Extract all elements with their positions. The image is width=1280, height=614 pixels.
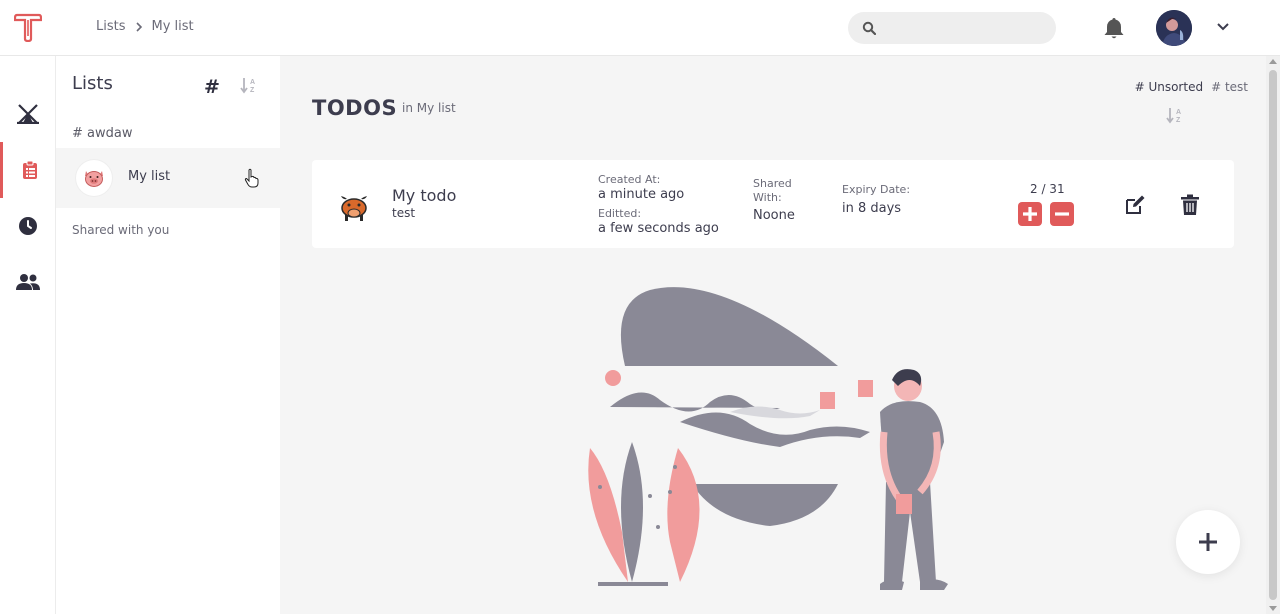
scrollbar[interactable] <box>1266 56 1280 614</box>
decrement-button[interactable] <box>1050 202 1074 226</box>
tags-button[interactable]: # <box>204 76 220 98</box>
breadcrumb-lists[interactable]: Lists <box>96 19 126 34</box>
tag-item[interactable]: # awdaw <box>72 126 132 141</box>
top-bar: Lists My list <box>0 0 1280 56</box>
empty-state-illustration <box>588 287 948 590</box>
created-label: Created At: <box>598 173 661 186</box>
breadcrumb: Lists My list <box>96 19 194 34</box>
progress-count: 2 / 31 <box>1030 182 1065 196</box>
pig-icon <box>76 160 112 196</box>
page-subtitle: in My list <box>402 101 456 115</box>
add-todo-button[interactable] <box>1176 510 1240 574</box>
clipboard-list-icon <box>22 160 37 179</box>
lists-title: Lists <box>72 73 113 94</box>
rail-item-history[interactable] <box>0 198 56 254</box>
plus-icon <box>1199 533 1217 551</box>
hand-cursor-icon <box>244 168 259 188</box>
todo-card[interactable]: My todo test Created At: a minute ago Ed… <box>312 160 1234 248</box>
minus-icon <box>1055 212 1069 216</box>
breadcrumb-current[interactable]: My list <box>152 19 194 34</box>
filter-test[interactable]: # test <box>1211 80 1248 94</box>
clock-icon <box>19 217 37 235</box>
bull-icon <box>341 196 367 221</box>
scrollbar-thumb[interactable] <box>1269 70 1277 600</box>
filter-unsorted[interactable]: # Unsorted <box>1135 80 1204 94</box>
edit-icon[interactable] <box>1124 194 1146 216</box>
rail-item-users[interactable] <box>0 254 56 310</box>
plus-icon <box>1023 207 1037 221</box>
svg-text:Z: Z <box>250 87 255 94</box>
expiry-label: Expiry Date: <box>842 183 911 196</box>
main-content: TODOS in My list # Unsorted # test A Z M… <box>280 56 1266 614</box>
tag-filters: # Unsorted # test <box>1135 80 1248 94</box>
increment-button[interactable] <box>1018 202 1042 226</box>
sort-az-icon[interactable]: A Z <box>1166 106 1184 124</box>
list-item-label: My list <box>128 169 171 184</box>
lists-panel: Lists # A Z # awdaw My list Shared with … <box>56 56 280 614</box>
nav-rail <box>0 56 56 614</box>
chevron-right-icon <box>135 21 142 32</box>
created-value: a minute ago <box>598 187 685 202</box>
sort-az-icon[interactable]: A Z <box>240 76 258 94</box>
search-icon <box>862 21 876 35</box>
scroll-down-arrow[interactable] <box>1269 606 1277 611</box>
users-icon <box>16 274 40 290</box>
shared-with-value: Noone <box>753 208 795 223</box>
avatar[interactable] <box>1156 10 1192 46</box>
shared-with-label: Shared With: <box>753 177 792 204</box>
list-item-my-list[interactable]: My list <box>56 148 280 208</box>
search-input[interactable] <box>848 12 1056 44</box>
trash-icon[interactable] <box>1180 194 1200 216</box>
expiry-value: in 8 days <box>842 201 902 216</box>
logo[interactable] <box>14 12 42 42</box>
rail-item-lists[interactable] <box>0 142 56 198</box>
svg-text:Z: Z <box>1176 117 1181 124</box>
edited-value: a few seconds ago <box>598 221 719 236</box>
svg-text:A: A <box>1176 109 1181 116</box>
page-title: TODOS <box>312 96 398 120</box>
shared-with-you-label: Shared with you <box>72 223 170 237</box>
edited-label: Editted: <box>598 207 642 220</box>
bell-icon[interactable] <box>1103 16 1125 40</box>
svg-text:A: A <box>250 79 255 86</box>
tent-icon <box>17 104 39 124</box>
todo-title: My todo <box>392 186 457 205</box>
todo-tag: test <box>392 206 416 220</box>
scroll-up-arrow[interactable] <box>1269 59 1277 64</box>
rail-item-tent[interactable] <box>0 86 56 142</box>
chevron-down-icon[interactable] <box>1216 22 1230 32</box>
